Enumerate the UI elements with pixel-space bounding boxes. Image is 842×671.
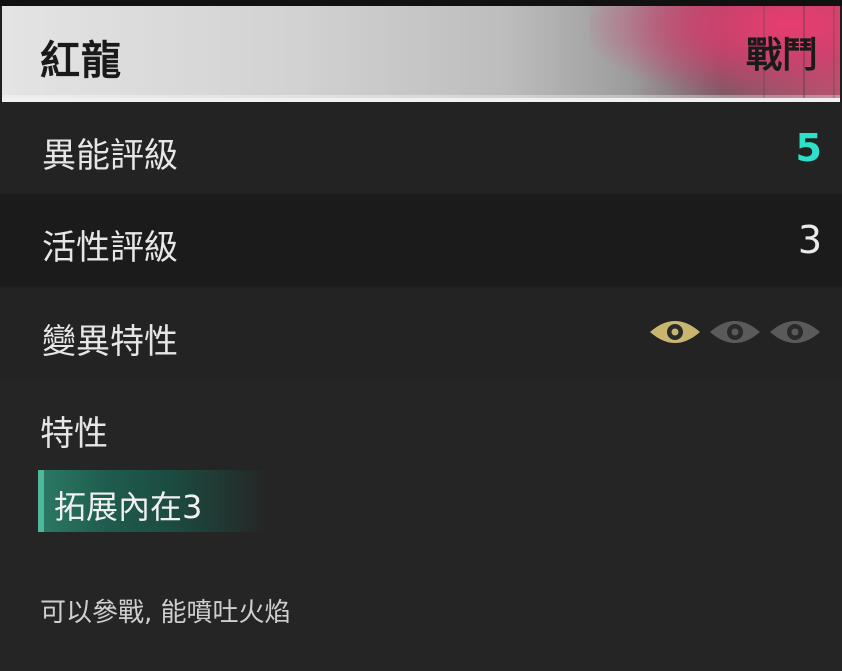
creature-header: 紅龍 戰鬥 bbox=[2, 6, 840, 98]
eye-icon bbox=[710, 321, 760, 343]
trait-chip[interactable]: 拓展內在3 bbox=[38, 470, 268, 532]
creature-type-tag: 戰鬥 bbox=[745, 35, 818, 76]
stat-label: 異能評級 bbox=[42, 136, 178, 176]
stat-value: 3 bbox=[797, 218, 822, 262]
stat-row-ability-rating: 異能評級 5 bbox=[0, 102, 842, 194]
creature-info-panel: 紅龍 戰鬥 異能評級 5 活性評級 3 變異特性 特性 拓展內在3 可以參戰, … bbox=[0, 0, 842, 671]
stat-value: 5 bbox=[795, 126, 822, 170]
stat-label: 活性評級 bbox=[42, 228, 178, 268]
stat-row-activity-rating: 活性評級 3 bbox=[0, 194, 842, 286]
creature-description: 可以參戰, 能噴吐火焰 bbox=[40, 598, 291, 628]
stat-label: 變異特性 bbox=[42, 322, 178, 362]
mutation-eye-rating bbox=[648, 316, 822, 348]
traits-section: 特性 拓展內在3 可以參戰, 能噴吐火焰 bbox=[0, 380, 842, 671]
creature-name: 紅龍 bbox=[40, 38, 122, 84]
eye-icon bbox=[770, 321, 820, 343]
traits-heading: 特性 bbox=[40, 414, 108, 454]
stat-row-mutation-trait: 變異特性 bbox=[0, 288, 842, 380]
trait-chip-label: 拓展內在3 bbox=[54, 488, 203, 526]
eye-icon bbox=[650, 321, 700, 343]
